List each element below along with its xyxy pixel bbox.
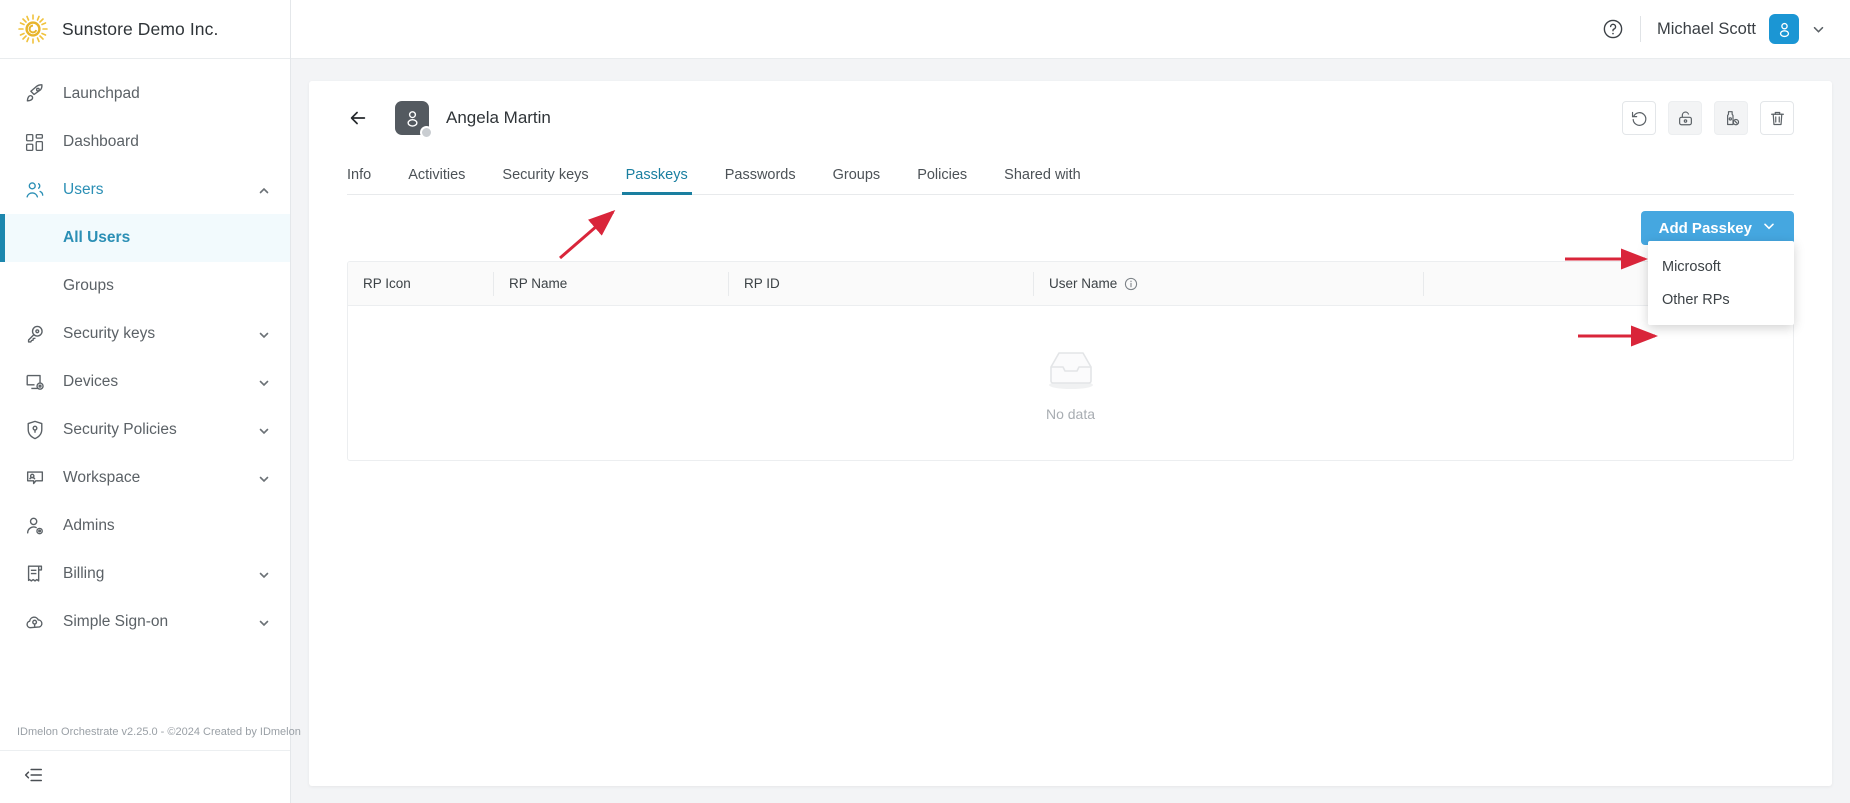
brand-header[interactable]: Sunstore Demo Inc. bbox=[0, 0, 290, 59]
users-icon bbox=[22, 178, 47, 203]
sidebar-item-label: Security Policies bbox=[63, 421, 177, 438]
chevron-up-icon bbox=[258, 184, 270, 196]
empty-state: No data bbox=[348, 306, 1793, 460]
sidebar-item-label: Devices bbox=[63, 373, 119, 390]
avatar[interactable] bbox=[1769, 14, 1799, 44]
shield-pin-icon bbox=[22, 418, 47, 443]
detail-card: Angela Martin Info Activities Security k… bbox=[309, 81, 1832, 786]
chevron-down-icon bbox=[258, 424, 270, 436]
collapse-sidebar-icon bbox=[22, 764, 44, 791]
sun-icon bbox=[17, 13, 49, 45]
dropdown-item-microsoft[interactable]: Microsoft bbox=[1648, 250, 1794, 283]
sidebar-subitem-label: All Users bbox=[63, 229, 131, 246]
empty-box-icon bbox=[1039, 345, 1103, 398]
help-circle-icon[interactable] bbox=[1602, 18, 1624, 40]
chevron-down-icon bbox=[258, 568, 270, 580]
sidebar-footer: IDmelon Orchestrate v2.25.0 - ©2024 Crea… bbox=[0, 713, 301, 803]
add-passkey-label: Add Passkey bbox=[1658, 219, 1752, 237]
dropdown-item-other-rps[interactable]: Other RPs bbox=[1648, 283, 1794, 316]
sidebar-item-label: Simple Sign-on bbox=[63, 613, 169, 630]
sidebar-item-label: Workspace bbox=[63, 469, 141, 486]
tab-info[interactable]: Info bbox=[347, 167, 371, 194]
sidebar-item-launchpad[interactable]: Launchpad bbox=[0, 70, 290, 118]
chevron-down-icon bbox=[258, 328, 270, 340]
passkeys-table: RP Icon RP Name RP ID User Name No data bbox=[347, 261, 1794, 461]
revoke-key-button[interactable] bbox=[1714, 101, 1748, 135]
dashboard-grid-icon bbox=[22, 130, 47, 155]
column-header-rp-icon[interactable]: RP Icon bbox=[348, 272, 493, 296]
sidebar-item-admins[interactable]: Admins bbox=[0, 502, 290, 550]
column-header-user-name-label: User Name bbox=[1049, 276, 1118, 291]
sidebar-item-label: Launchpad bbox=[63, 85, 140, 102]
delete-button[interactable] bbox=[1760, 101, 1794, 135]
sidebar-item-workspace[interactable]: Workspace bbox=[0, 454, 290, 502]
column-header-rp-id[interactable]: RP ID bbox=[728, 271, 1033, 296]
sidebar-item-billing[interactable]: Billing bbox=[0, 550, 290, 598]
add-passkey-button[interactable]: Add Passkey bbox=[1640, 211, 1794, 245]
device-gear-icon bbox=[22, 370, 47, 395]
sidebar-item-label: Users bbox=[63, 181, 104, 198]
detail-header: Angela Martin bbox=[347, 81, 1794, 155]
entity-avatar bbox=[395, 101, 433, 139]
tab-bar: Info Activities Security keys Passkeys P… bbox=[347, 155, 1794, 195]
tab-groups[interactable]: Groups bbox=[833, 167, 881, 194]
version-text: IDmelon Orchestrate v2.25.0 - ©2024 Crea… bbox=[0, 713, 301, 751]
sidebar-item-security-keys[interactable]: Security keys bbox=[0, 310, 290, 358]
sidebar-item-label: Dashboard bbox=[63, 133, 139, 150]
tab-shared-with[interactable]: Shared with bbox=[1004, 167, 1081, 194]
admin-gear-icon bbox=[22, 514, 47, 539]
chevron-down-icon bbox=[258, 616, 270, 628]
topbar-user-name: Michael Scott bbox=[1656, 19, 1756, 38]
add-passkey-dropdown-menu: Microsoft Other RPs bbox=[1648, 241, 1794, 325]
tab-security-keys[interactable]: Security keys bbox=[502, 167, 588, 194]
sidebar-item-label: Security keys bbox=[63, 325, 156, 342]
reset-button[interactable] bbox=[1622, 101, 1656, 135]
arrow-left-icon[interactable] bbox=[347, 107, 369, 129]
empty-state-label: No data bbox=[1045, 406, 1096, 422]
sidebar: Sunstore Demo Inc. Launchpad Dashboard U… bbox=[0, 0, 301, 803]
tab-passkeys[interactable]: Passkeys bbox=[621, 167, 692, 195]
sidebar-item-devices[interactable]: Devices bbox=[0, 358, 290, 406]
sidebar-item-users[interactable]: Users bbox=[0, 166, 290, 214]
chevron-down-icon bbox=[258, 472, 270, 484]
sidebar-item-groups[interactable]: Groups bbox=[0, 262, 290, 310]
table-toolbar: Add Passkey bbox=[347, 195, 1794, 261]
info-icon[interactable] bbox=[1124, 277, 1138, 291]
column-header-user-name[interactable]: User Name bbox=[1033, 271, 1423, 296]
unlock-button[interactable] bbox=[1668, 101, 1702, 135]
sidebar-nav: Launchpad Dashboard Users All Users Grou… bbox=[0, 59, 290, 646]
tab-activities[interactable]: Activities bbox=[408, 167, 465, 194]
key-icon bbox=[22, 322, 47, 347]
page-title: Angela Martin bbox=[446, 108, 551, 127]
app-root: Sunstore Demo Inc. Launchpad Dashboard U… bbox=[0, 0, 1850, 803]
table-header-row: RP Icon RP Name RP ID User Name bbox=[348, 262, 1793, 306]
billing-receipt-icon bbox=[22, 562, 47, 587]
sidebar-item-label: Admins bbox=[63, 517, 115, 534]
chevron-down-icon bbox=[1762, 219, 1776, 237]
rocket-icon bbox=[22, 82, 47, 107]
brand-name: Sunstore Demo Inc. bbox=[62, 18, 219, 39]
sidebar-item-simple-sign-on[interactable]: Simple Sign-on bbox=[0, 598, 290, 646]
sidebar-item-all-users[interactable]: All Users bbox=[0, 214, 290, 262]
sidebar-item-security-policies[interactable]: Security Policies bbox=[0, 406, 290, 454]
chevron-down-icon bbox=[258, 376, 270, 388]
sidebar-subitem-label: Groups bbox=[63, 277, 114, 294]
column-header-rp-name[interactable]: RP Name bbox=[493, 271, 728, 296]
cloud-key-icon bbox=[22, 610, 47, 635]
chevron-down-icon[interactable] bbox=[1812, 23, 1825, 36]
status-badge bbox=[420, 126, 433, 139]
main-area: Michael Scott Angela Martin Info Activit… bbox=[291, 0, 1850, 803]
topbar: Michael Scott bbox=[291, 0, 1850, 59]
sidebar-item-label: Billing bbox=[63, 565, 105, 582]
tab-passwords[interactable]: Passwords bbox=[725, 167, 796, 194]
detail-action-bar bbox=[1622, 101, 1794, 135]
sidebar-item-dashboard[interactable]: Dashboard bbox=[0, 118, 290, 166]
tab-policies[interactable]: Policies bbox=[917, 167, 967, 194]
content-wrapper: Angela Martin Info Activities Security k… bbox=[291, 59, 1850, 803]
collapse-sidebar-button[interactable] bbox=[0, 751, 290, 803]
workspace-icon bbox=[22, 466, 47, 491]
topbar-divider bbox=[1639, 16, 1641, 42]
